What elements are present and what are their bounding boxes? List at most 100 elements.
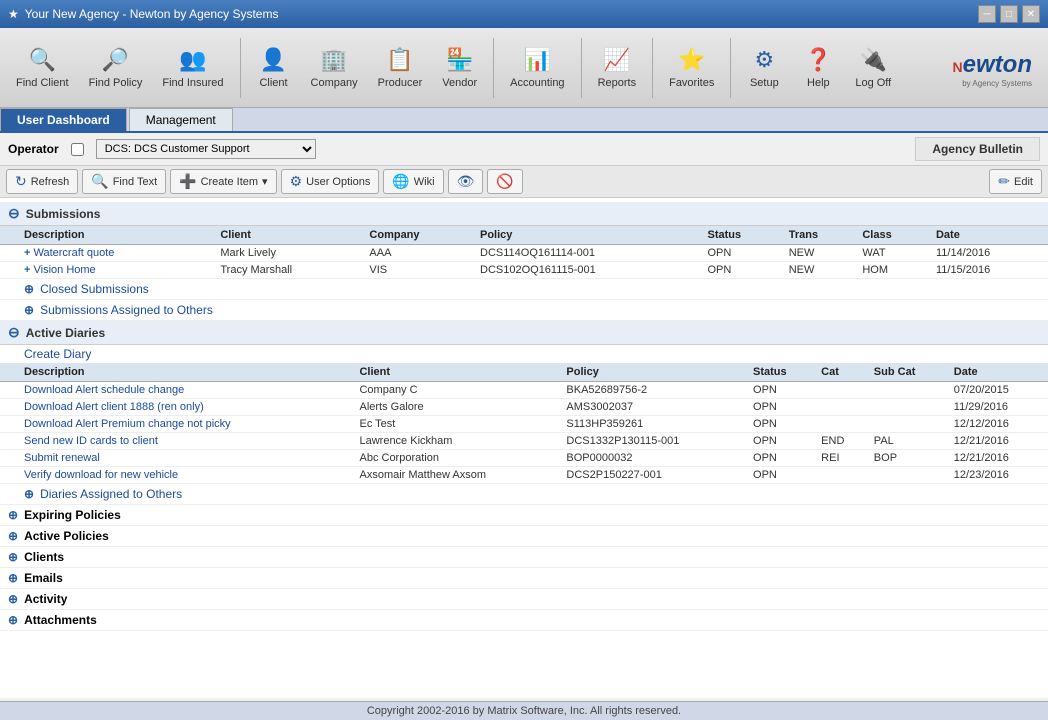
active-diaries-section-header[interactable]: ⊖ Active Diaries xyxy=(0,321,1048,345)
submissions-toggle[interactable]: ⊖ xyxy=(8,205,20,222)
section-activity[interactable]: ⊕ Activity xyxy=(0,589,1048,610)
title-bar-controls[interactable]: ─ □ ✕ xyxy=(978,5,1040,23)
submissions-assigned-row[interactable]: ⊕ Submissions Assigned to Others xyxy=(0,300,1048,321)
wiki-button[interactable]: 🌐 Wiki xyxy=(383,169,443,194)
find-text-icon: 🔍 xyxy=(91,173,108,190)
find-text-button[interactable]: 🔍 Find Text xyxy=(82,169,166,194)
diary-description-link[interactable]: Download Alert Premium change not picky xyxy=(24,418,231,430)
toolbar-sep-5 xyxy=(730,38,731,98)
diary-client: Alerts Galore xyxy=(353,399,560,416)
submission-description-link[interactable]: Watercraft quote xyxy=(34,247,115,259)
submissions-assigned-toggle[interactable]: ⊕ xyxy=(24,303,34,317)
toolbar-producer[interactable]: 📋 Producer xyxy=(370,43,431,93)
diary-row: Download Alert schedule change Company C… xyxy=(0,382,1048,399)
diary-date: 11/29/2016 xyxy=(948,399,1048,416)
toolbar-find-insured[interactable]: 👥 Find Insured xyxy=(154,43,231,93)
toolbar-sep-4 xyxy=(652,38,653,98)
submissions-col-class: Class xyxy=(856,226,930,245)
toolbar-favorites[interactable]: ⭐ Favorites xyxy=(661,43,722,93)
maximize-button[interactable]: □ xyxy=(1000,5,1018,23)
operator-select[interactable]: DCS: DCS Customer Support xyxy=(96,139,316,159)
toolbar-vendor[interactable]: 🏪 Vendor xyxy=(434,43,485,93)
diary-description-link[interactable]: Download Alert schedule change xyxy=(24,384,184,396)
section-expiring-policies[interactable]: ⊕ Expiring Policies xyxy=(0,505,1048,526)
diaries-col-cat: Cat xyxy=(815,363,868,382)
submissions-col-date: Date xyxy=(930,226,1048,245)
submissions-assigned-link[interactable]: Submissions Assigned to Others xyxy=(40,303,213,317)
attachments-toggle[interactable]: ⊕ xyxy=(8,613,18,627)
create-diary-link[interactable]: Create Diary xyxy=(24,347,91,361)
closed-submissions-link[interactable]: Closed Submissions xyxy=(40,282,149,296)
closed-submissions-toggle[interactable]: ⊕ xyxy=(24,282,34,296)
tab-user-dashboard[interactable]: User Dashboard xyxy=(0,108,127,131)
submissions-col-policy: Policy xyxy=(474,226,702,245)
diary-description-link[interactable]: Download Alert client 1888 (ren only) xyxy=(24,401,204,413)
diary-subcat xyxy=(868,382,948,399)
find-insured-icon: 👥 xyxy=(179,47,206,73)
active-diaries-toggle[interactable]: ⊖ xyxy=(8,324,20,341)
diary-subcat: PAL xyxy=(868,433,948,450)
submission-row-add[interactable]: + xyxy=(24,264,30,276)
hide-button[interactable]: 🚫 xyxy=(487,169,522,194)
visibility-button[interactable]: 👁 xyxy=(448,169,484,194)
agency-bulletin: Agency Bulletin xyxy=(915,137,1040,161)
refresh-button[interactable]: ↻ Refresh xyxy=(6,169,78,194)
attachments-label: Attachments xyxy=(24,613,97,627)
title-bar: ★ Your New Agency - Newton by Agency Sys… xyxy=(0,0,1048,28)
toolbar-company[interactable]: 🏢 Company xyxy=(303,43,366,93)
edit-button[interactable]: ✏ Edit xyxy=(989,169,1042,194)
visibility-icon: 👁 xyxy=(457,173,475,190)
operator-checkbox[interactable] xyxy=(71,143,84,156)
active-policies-toggle[interactable]: ⊕ xyxy=(8,529,18,543)
submission-row-add[interactable]: + xyxy=(24,247,30,259)
toolbar-logoff[interactable]: 🔌 Log Off xyxy=(847,43,899,93)
logoff-icon: 🔌 xyxy=(860,47,887,73)
diary-subcat xyxy=(868,416,948,433)
diaries-assigned-link[interactable]: Diaries Assigned to Others xyxy=(40,487,182,501)
toolbar-client[interactable]: 👤 Client xyxy=(249,43,299,93)
diary-client: Company C xyxy=(353,382,560,399)
closed-submissions-row[interactable]: ⊕ Closed Submissions xyxy=(0,279,1048,300)
submission-description-link[interactable]: Vision Home xyxy=(34,264,96,276)
diary-date: 12/21/2016 xyxy=(948,450,1048,467)
setup-label: Setup xyxy=(750,77,779,89)
section-attachments[interactable]: ⊕ Attachments xyxy=(0,610,1048,631)
section-active-policies[interactable]: ⊕ Active Policies xyxy=(0,526,1048,547)
section-clients[interactable]: ⊕ Clients xyxy=(0,547,1048,568)
diary-description-link[interactable]: Verify download for new vehicle xyxy=(24,469,178,481)
diary-cat xyxy=(815,416,868,433)
active-policies-label: Active Policies xyxy=(24,529,109,543)
hide-icon: 🚫 xyxy=(496,173,513,190)
toolbar-sep-2 xyxy=(493,38,494,98)
diary-subcat: BOP xyxy=(868,450,948,467)
activity-toggle[interactable]: ⊕ xyxy=(8,592,18,606)
clients-toggle[interactable]: ⊕ xyxy=(8,550,18,564)
submission-company: VIS xyxy=(363,262,474,279)
toolbar-reports[interactable]: 📈 Reports xyxy=(590,43,645,93)
submissions-section-header[interactable]: ⊖ Submissions xyxy=(0,202,1048,226)
create-item-button[interactable]: ➕ Create Item ▾ xyxy=(170,169,276,194)
toolbar-help[interactable]: ❓ Help xyxy=(793,43,843,93)
user-options-button[interactable]: ⚙ User Options xyxy=(281,169,380,194)
diary-policy: BOP0000032 xyxy=(560,450,747,467)
toolbar-accounting[interactable]: 📊 Accounting xyxy=(502,43,572,93)
close-button[interactable]: ✕ xyxy=(1022,5,1040,23)
toolbar-find-policy[interactable]: 🔎 Find Policy xyxy=(81,43,151,93)
diary-date: 12/21/2016 xyxy=(948,433,1048,450)
diary-description-link[interactable]: Submit renewal xyxy=(24,452,100,464)
diaries-assigned-toggle[interactable]: ⊕ xyxy=(24,487,34,501)
expiring-policies-toggle[interactable]: ⊕ xyxy=(8,508,18,522)
copyright-text: Copyright 2002-2016 by Matrix Software, … xyxy=(367,705,681,717)
section-emails[interactable]: ⊕ Emails xyxy=(0,568,1048,589)
toolbar-setup[interactable]: ⚙ Setup xyxy=(739,43,789,93)
diaries-assigned-row[interactable]: ⊕ Diaries Assigned to Others xyxy=(0,484,1048,505)
company-icon: 🏢 xyxy=(320,47,347,73)
diary-cat: REI xyxy=(815,450,868,467)
emails-toggle[interactable]: ⊕ xyxy=(8,571,18,585)
submission-trans: NEW xyxy=(783,245,857,262)
diary-description-link[interactable]: Send new ID cards to client xyxy=(24,435,158,447)
diary-client: Lawrence Kickham xyxy=(353,433,560,450)
minimize-button[interactable]: ─ xyxy=(978,5,996,23)
toolbar-find-client[interactable]: 🔍 Find Client xyxy=(8,43,77,93)
tab-management[interactable]: Management xyxy=(129,108,233,131)
